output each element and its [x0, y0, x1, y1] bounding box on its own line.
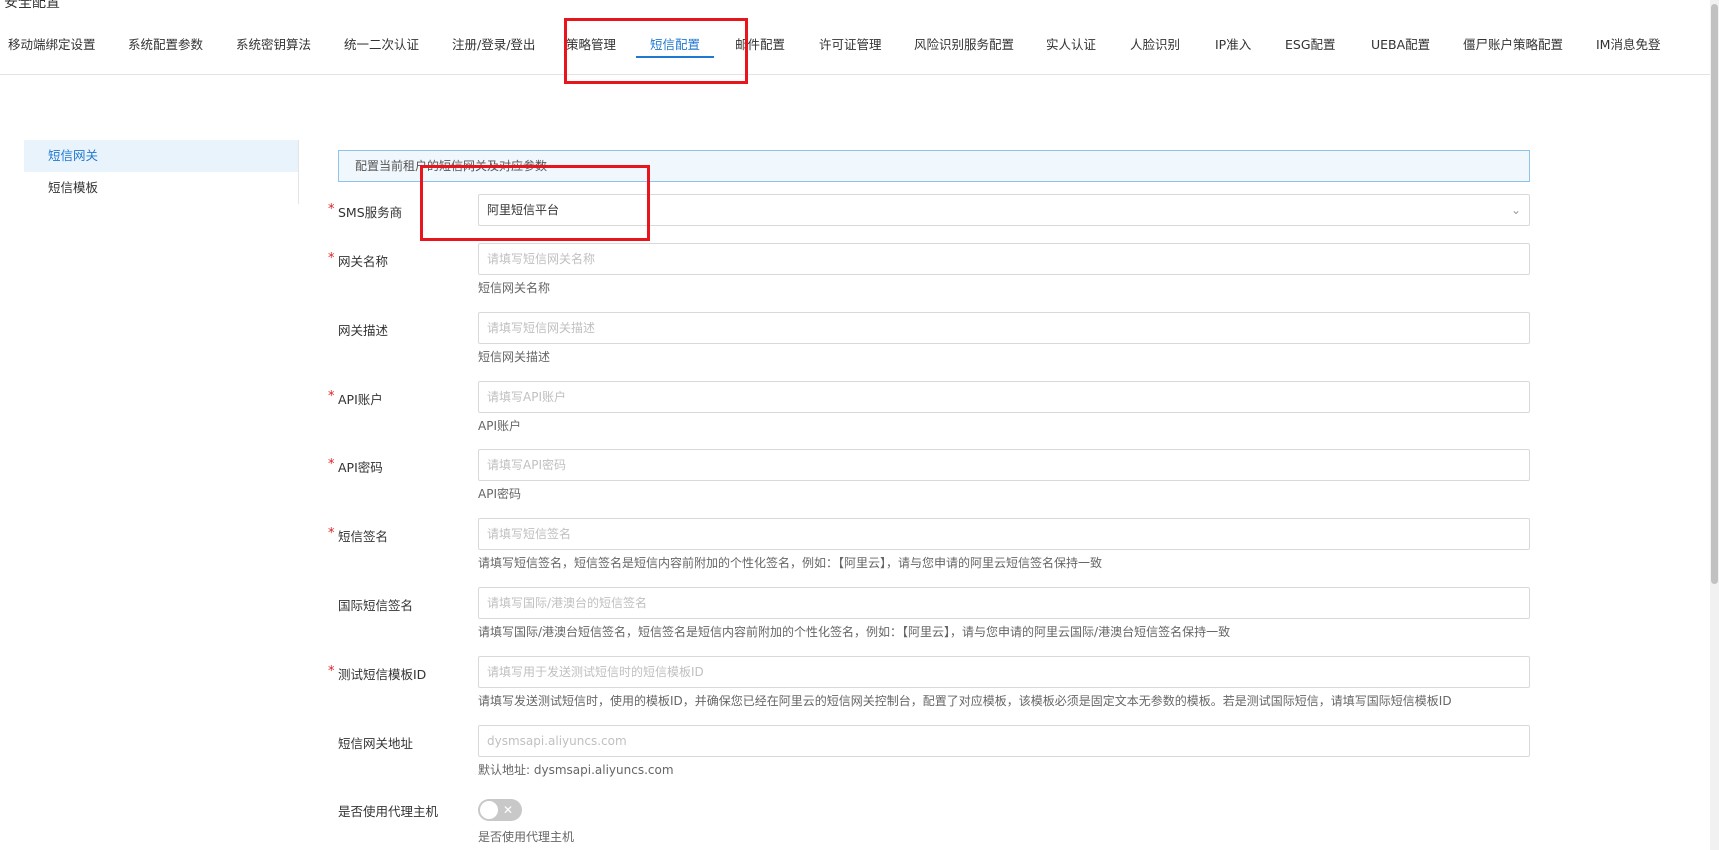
scrollbar-thumb[interactable]	[1711, 4, 1718, 584]
api-password-help: API密码	[478, 487, 521, 501]
tab-key-algorithm[interactable]: 系统密钥算法	[236, 22, 311, 74]
required-marker: *	[328, 202, 335, 217]
use-proxy-toggle[interactable]: ✕	[478, 799, 522, 821]
close-icon: ✕	[503, 803, 514, 817]
tab-system-params[interactable]: 系统配置参数	[128, 22, 203, 74]
api-account-help: API账户	[478, 419, 521, 433]
required-marker: *	[328, 664, 335, 679]
tab-ueba[interactable]: UEBA配置	[1371, 22, 1430, 74]
gateway-name-help: 短信网关名称	[478, 281, 551, 295]
tab-real-person[interactable]: 实人认证	[1046, 22, 1096, 74]
sms-provider-label: SMS服务商	[338, 205, 403, 220]
top-header: 安全配置	[0, 0, 1719, 23]
api-password-label: API密码	[338, 460, 383, 475]
intl-signature-input[interactable]	[478, 587, 1530, 619]
page-scrollbar[interactable]	[1710, 0, 1719, 850]
chevron-down-icon: ⌄	[1510, 203, 1521, 217]
gateway-desc-input[interactable]	[478, 312, 1530, 344]
tab-esg[interactable]: ESG配置	[1285, 22, 1336, 74]
api-password-input[interactable]	[478, 449, 1530, 481]
sms-provider-select[interactable]: 阿里短信平台 ⌄	[478, 194, 1530, 226]
gateway-desc-label: 网关描述	[338, 323, 389, 338]
tab-register-login[interactable]: 注册/登录/登出	[452, 22, 535, 74]
tab-mail-config[interactable]: 邮件配置	[735, 22, 785, 74]
gateway-address-label: 短信网关地址	[338, 736, 414, 751]
gateway-address-help: 默认地址: dysmsapi.aliyuncs.com	[478, 763, 674, 777]
tab-face-recognition[interactable]: 人脸识别	[1130, 22, 1180, 74]
gateway-name-label: 网关名称	[338, 254, 389, 269]
use-proxy-label: 是否使用代理主机	[338, 804, 439, 819]
api-account-label: API账户	[338, 392, 383, 407]
tab-mobile-binding[interactable]: 移动端绑定设置	[8, 22, 96, 74]
required-marker: *	[328, 251, 335, 266]
sms-provider-value: 阿里短信平台	[487, 203, 560, 217]
sms-signature-input[interactable]	[478, 518, 1530, 550]
tab-risk-service[interactable]: 风险识别服务配置	[914, 22, 1014, 74]
required-marker: *	[328, 526, 335, 541]
test-template-id-label: 测试短信模板ID	[338, 667, 427, 682]
api-account-input[interactable]	[478, 381, 1530, 413]
intl-signature-label: 国际短信签名	[338, 598, 414, 613]
sidebar-item-sms-template[interactable]: 短信模板	[24, 172, 298, 204]
test-template-id-input[interactable]	[478, 656, 1530, 688]
toggle-knob	[480, 801, 498, 819]
page-title: 安全配置	[4, 0, 60, 11]
sms-signature-label: 短信签名	[338, 529, 389, 544]
tab-bar: 移动端绑定设置 系统配置参数 系统密钥算法 统一二次认证 注册/登录/登出 策略…	[0, 22, 1719, 75]
tab-license[interactable]: 许可证管理	[819, 22, 882, 74]
gateway-address-input[interactable]	[478, 725, 1530, 757]
tab-ip-access[interactable]: IP准入	[1215, 22, 1251, 74]
tab-policy[interactable]: 策略管理	[566, 22, 616, 74]
intl-signature-help: 请填写国际/港澳台短信签名，短信签名是短信内容前附加的个性化签名，例如：【阿里云…	[478, 625, 1231, 639]
use-proxy-help: 是否使用代理主机	[478, 830, 575, 844]
required-marker: *	[328, 457, 335, 472]
tab-zombie-account[interactable]: 僵尸账户策略配置	[1463, 22, 1563, 74]
test-template-id-help: 请填写发送测试短信时，使用的模板ID，并确保您已经在阿里云的短信网关控制台，配置…	[478, 694, 1452, 708]
required-marker: *	[328, 389, 335, 404]
info-banner: 配置当前租户的短信网关及对应参数	[338, 150, 1530, 182]
sms-signature-help: 请填写短信签名，短信签名是短信内容前附加的个性化签名，例如：【阿里云】，请与您申…	[478, 556, 1103, 570]
sidebar-item-sms-gateway[interactable]: 短信网关	[24, 140, 298, 172]
active-tab-underline	[636, 56, 714, 58]
gateway-desc-help: 短信网关描述	[478, 350, 551, 364]
sidebar: 短信网关 短信模板	[24, 140, 299, 204]
tab-sms-config[interactable]: 短信配置	[650, 22, 700, 74]
tab-im-login[interactable]: IM消息免登	[1596, 22, 1660, 74]
tab-second-auth[interactable]: 统一二次认证	[344, 22, 419, 74]
gateway-name-input[interactable]	[478, 243, 1530, 275]
